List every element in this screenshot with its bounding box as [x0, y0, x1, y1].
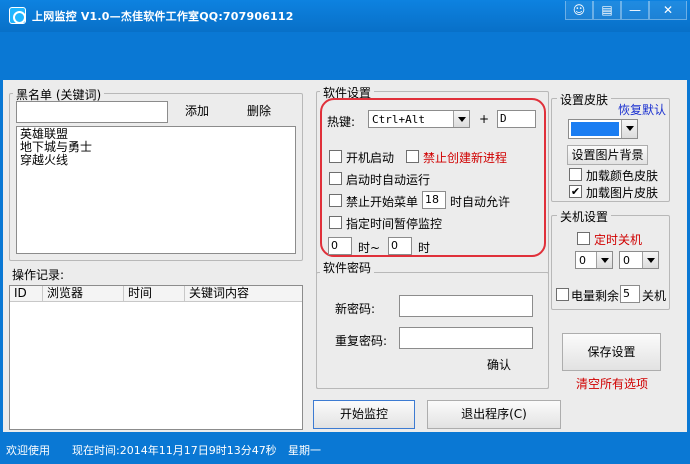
minimize-button[interactable]: —	[621, 1, 649, 20]
confirm-password-button[interactable]: 确认	[469, 354, 529, 376]
load-color-skin-checkbox[interactable]	[569, 168, 582, 181]
pause-monitor-label: 指定时间暂停监控	[346, 217, 443, 231]
log-label: 操作记录:	[12, 268, 65, 282]
delete-keyword-button[interactable]: 删除	[236, 101, 282, 123]
menu-button[interactable]: ▤	[593, 1, 621, 20]
clear-all-options-link[interactable]: 清空所有选项	[576, 375, 648, 392]
battery-shutdown-suffix: 关机	[642, 289, 667, 303]
shutdown-minute-value: 0	[623, 254, 630, 267]
title-bar: 上网监控 V1.0—杰佳软件工作室QQ:707906112 ☺ ▤ — ✕	[0, 0, 690, 32]
column-id[interactable]: ID	[10, 286, 43, 302]
block-new-process-checkbox[interactable]	[406, 150, 419, 163]
autostart-checkbox[interactable]	[329, 150, 342, 163]
pause-monitor-checkbox[interactable]	[329, 216, 342, 229]
skin-color-select[interactable]	[568, 119, 638, 139]
shutdown-minute-select[interactable]: 0	[619, 251, 659, 269]
hotkey-plus: +	[479, 112, 490, 126]
battery-shutdown-label: 电量剩余	[571, 289, 620, 303]
skin-group-label: 设置皮肤	[557, 91, 612, 108]
pause-from-input[interactable]: 0	[328, 237, 352, 255]
block-new-process-label: 禁止创建新进程	[423, 151, 508, 165]
auto-run-label: 启动时自动运行	[346, 173, 431, 187]
hotkey-modifier-value: Ctrl+Alt	[372, 113, 425, 126]
shutdown-group-label: 关机设置	[557, 208, 612, 225]
save-settings-button[interactable]: 保存设置	[562, 333, 661, 371]
chevron-down-icon[interactable]	[621, 120, 637, 138]
start-monitor-button[interactable]: 开始监控	[313, 400, 415, 429]
start-menu-hour-input[interactable]: 18	[422, 191, 446, 209]
new-password-input[interactable]	[399, 295, 533, 317]
password-group-label: 软件密码	[320, 259, 375, 276]
close-button[interactable]: ✕	[649, 1, 687, 20]
column-time[interactable]: 时间	[124, 286, 185, 302]
block-start-menu-checkbox[interactable]	[329, 194, 342, 207]
battery-percent-input[interactable]: 5	[620, 285, 640, 303]
pause-to-input[interactable]: 0	[388, 237, 412, 255]
timed-shutdown-label: 定时关机	[594, 233, 643, 247]
start-menu-suffix: 时自动允许	[450, 195, 511, 209]
hotkey-modifier-select[interactable]: Ctrl+Alt	[368, 110, 470, 128]
status-weekday: 星期一	[288, 444, 321, 457]
new-password-label: 新密码:	[335, 302, 376, 316]
column-browser[interactable]: 浏览器	[43, 286, 124, 302]
keyword-input[interactable]	[16, 101, 168, 123]
set-image-background-button[interactable]: 设置图片背景	[567, 145, 648, 165]
auto-run-checkbox[interactable]	[329, 172, 342, 185]
pause-mid-label: 时~	[358, 241, 381, 255]
log-table[interactable]: ID 浏览器 时间 关键词内容	[9, 285, 303, 430]
hotkey-label: 热键:	[327, 115, 356, 129]
hotkey-key-input[interactable]: D	[497, 110, 536, 128]
skin-color-swatch	[571, 122, 619, 136]
load-image-skin-label: 加载图片皮肤	[586, 186, 659, 200]
status-bar: 欢迎使用 现在时间:2014年11月17日9时13分47秒 星期一	[0, 434, 690, 464]
chevron-down-icon[interactable]	[596, 252, 612, 268]
app-logo-icon	[9, 7, 26, 24]
load-color-skin-label: 加载颜色皮肤	[586, 169, 659, 183]
chevron-down-icon[interactable]	[642, 252, 658, 268]
shutdown-hour-value: 0	[579, 254, 586, 267]
restore-default-link[interactable]: 恢复默认	[618, 101, 667, 118]
skin-button[interactable]: ☺	[565, 1, 593, 20]
load-image-skin-checkbox[interactable]: ✔	[569, 185, 582, 198]
block-start-menu-label: 禁止开始菜单	[346, 195, 419, 209]
repeat-password-input[interactable]	[399, 327, 533, 349]
keyword-list[interactable]: 英雄联盟 地下城与勇士 穿越火线	[16, 126, 296, 254]
status-current-time: 现在时间:2014年11月17日9时13分47秒	[72, 444, 277, 457]
log-table-header: ID 浏览器 时间 关键词内容	[10, 286, 302, 302]
pause-end-label: 时	[418, 241, 431, 255]
exit-program-button[interactable]: 退出程序(C)	[427, 400, 561, 429]
timed-shutdown-checkbox[interactable]	[577, 232, 590, 245]
status-welcome: 欢迎使用	[6, 444, 50, 457]
column-keyword[interactable]: 关键词内容	[185, 286, 302, 302]
battery-shutdown-checkbox[interactable]	[556, 288, 569, 301]
client-area: 黑名单 (关键词) 添加 删除 英雄联盟 地下城与勇士 穿越火线 操作记录: I…	[3, 80, 687, 432]
repeat-password-label: 重复密码:	[335, 334, 388, 348]
chevron-down-icon[interactable]	[453, 111, 469, 127]
add-keyword-button[interactable]: 添加	[174, 101, 220, 123]
window-title: 上网监控 V1.0—杰佳软件工作室QQ:707906112	[32, 10, 294, 23]
main-window: 上网监控 V1.0—杰佳软件工作室QQ:707906112 ☺ ▤ — ✕ 黑名…	[0, 0, 690, 464]
autostart-label: 开机启动	[346, 151, 395, 165]
shutdown-hour-select[interactable]: 0	[575, 251, 613, 269]
list-item[interactable]: 穿越火线	[20, 154, 292, 167]
